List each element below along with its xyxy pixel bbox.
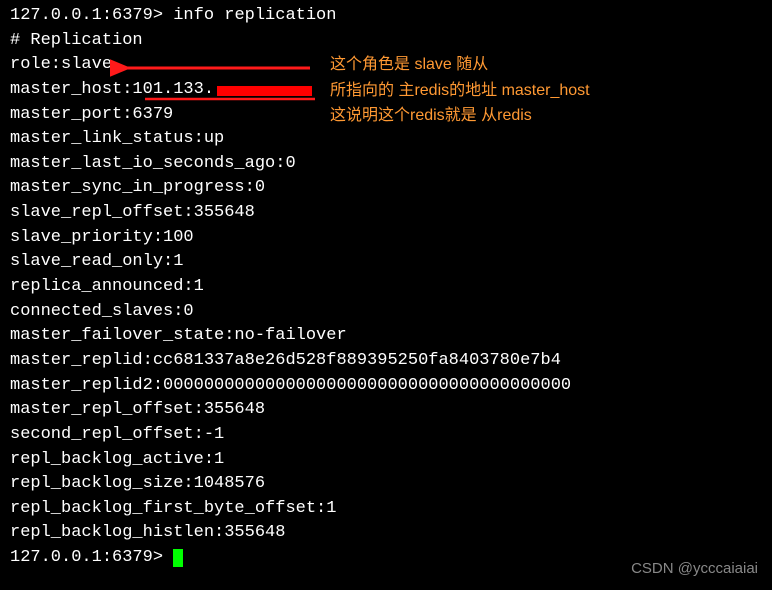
terminal-line: repl_backlog_active:1 <box>10 448 762 473</box>
terminal-line: slave_read_only:1 <box>10 250 762 275</box>
terminal-line: slave_priority:100 <box>10 226 762 251</box>
prompt: 127.0.0.1:6379> <box>10 548 173 567</box>
annotation-line: 这个角色是 slave 随从 <box>330 52 590 78</box>
terminal-line: master_last_io_seconds_ago:0 <box>10 152 762 177</box>
terminal-line: repl_backlog_first_byte_offset:1 <box>10 497 762 522</box>
prompt: 127.0.0.1:6379> <box>10 6 173 25</box>
terminal-line: replica_announced:1 <box>10 275 762 300</box>
annotation-line: 这说明这个redis就是 从redis <box>330 103 590 129</box>
annotation-text: 这个角色是 slave 随从 所指向的 主redis的地址 master_hos… <box>330 52 590 129</box>
terminal-line: master_link_status:up <box>10 127 762 152</box>
annotation-line: 所指向的 主redis的地址 master_host <box>330 78 590 104</box>
terminal-line: master_sync_in_progress:0 <box>10 176 762 201</box>
terminal-line: master_repl_offset:355648 <box>10 398 762 423</box>
terminal-line: second_repl_offset:-1 <box>10 423 762 448</box>
terminal-line: master_replid:cc681337a8e26d528f88939525… <box>10 349 762 374</box>
terminal-header: # Replication <box>10 29 762 54</box>
terminal-line: slave_repl_offset:355648 <box>10 201 762 226</box>
watermark-text: CSDN @ycccaiaiai <box>631 558 758 580</box>
terminal-line-command: 127.0.0.1:6379> info replication <box>10 4 762 29</box>
terminal-line: repl_backlog_size:1048576 <box>10 472 762 497</box>
terminal-line: repl_backlog_histlen:355648 <box>10 521 762 546</box>
terminal-line: connected_slaves:0 <box>10 300 762 325</box>
terminal-line: master_replid2:0000000000000000000000000… <box>10 374 762 399</box>
cursor-icon <box>173 549 183 567</box>
command-text: info replication <box>173 6 336 25</box>
terminal-line: master_failover_state:no-failover <box>10 324 762 349</box>
